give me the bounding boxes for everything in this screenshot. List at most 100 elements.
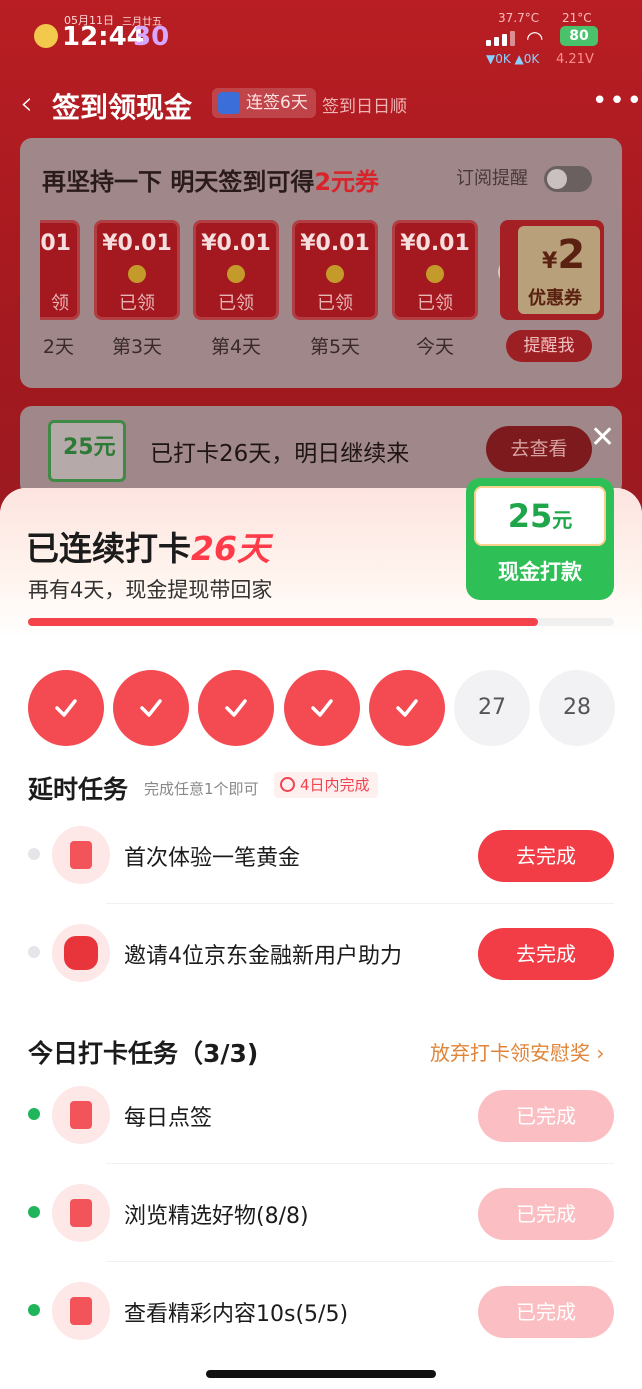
close-icon[interactable]: ✕ [590,420,615,455]
clock-icon [280,777,295,792]
task-row: 浏览精选好物(8/8) 已完成 [0,1164,642,1262]
task-name: 邀请4位京东金融新用户助力 [124,944,402,969]
battery-indicator: 80 [560,26,598,46]
day-amount: 01 [40,231,71,256]
day-label: 今天 [415,336,454,358]
signin-days: 01 领 2天 ¥0.01 已领 第3天 ¥0.01 已领 第4天 ¥0.01 [40,220,502,370]
cash-payout-label: 现金打款 [498,560,582,584]
sheet-title: 已连续打卡26天 [26,522,270,570]
nav-subtitle: 签到日日顺 [322,97,407,117]
day-amount: ¥0.01 [300,231,370,256]
network-speed: ▼0K ▲0K [486,52,540,66]
coupon-name: 优惠券 [528,288,582,309]
remind-me-button[interactable]: 提醒我 [506,330,592,362]
completed-button[interactable]: 已完成 [478,1188,614,1240]
streak-badge: 连签6天 [212,88,316,118]
sheet-title-days: 26天 [191,529,270,568]
day-status: 已领 [119,293,155,314]
day-status: 已领 [417,293,453,314]
coin-icon [426,265,444,283]
delayed-tasks-title: 延时任务 [28,775,129,804]
page-title: 签到领现金 [52,91,193,124]
day-amount: ¥0.01 [201,231,271,256]
task-bullet [28,946,40,958]
task-bullet [28,1108,40,1120]
battery-voltage: 4.21V [556,52,594,67]
check-icon [140,699,162,717]
status-bar: 05月11日 三月廿五 12:44 30 37.7°C 21°C ◠ 80 ▼0… [0,0,642,76]
cash-payout-card[interactable]: 25元 现金打款 [466,478,614,600]
checkin-day-28: 28 [539,670,615,746]
checkin-progress-bar [28,618,614,626]
streak-badge-label: 连签6天 [246,93,308,113]
nav-bar: ‹ 签到领现金 连签6天 签到日日顺 ••• [0,80,642,128]
signin-card: 再坚持一下 明天签到可得2元券 订阅提醒 01 领 2天 ¥0.01 已领 第3… [20,138,622,388]
give-up-link[interactable]: 放弃打卡领安慰奖 › [430,1037,604,1066]
red-envelope: ¥0.01 已领 [94,220,180,320]
day-status: 已领 [218,293,254,314]
check-icon [311,699,333,717]
shield-icon [218,92,240,114]
signin-day: ¥0.01 已领 第5天 [292,220,378,359]
go-complete-button[interactable]: 去完成 [478,830,614,882]
signin-day: ¥0.01 已领 第3天 [94,220,180,359]
deadline-badge: 4日内完成 [274,772,378,798]
more-icon[interactable]: ••• [592,86,642,116]
task-name: 查看精彩内容10s(5/5) [124,1302,349,1327]
signal-icon [486,30,518,46]
day-label: 第3天 [111,336,163,358]
task-name: 每日点签 [124,1106,213,1131]
status-weather-temperature: 21°C [562,11,592,25]
status-temperature: 37.7°C [498,11,540,25]
red-envelope: ¥0.01 已领 [292,220,378,320]
back-icon[interactable]: ‹ [20,84,33,122]
task-row: 首次体验一笔黄金 去完成 [0,806,642,904]
task-bullet [28,1304,40,1316]
completed-button[interactable]: 已完成 [478,1286,614,1338]
home-indicator[interactable] [206,1370,436,1378]
status-seconds: 30 [133,22,170,52]
money-bag-icon [52,924,110,982]
document-icon [52,1184,110,1242]
task-row: 邀请4位京东金融新用户助力 去完成 [0,904,642,1002]
day-label: 2天 [42,336,74,358]
checkin-day-row: 27 28 [28,670,618,746]
day-amount: ¥0.01 [400,231,470,256]
task-row: 每日点签 已完成 [0,1066,642,1164]
checkin-day-done [28,670,104,746]
day-label: 第5天 [309,336,361,358]
checkin-day-27: 27 [454,670,530,746]
subscribe-remind-label: 订阅提醒 [456,168,528,189]
day-label: 第4天 [210,336,262,358]
day-amount: ¥0.01 [102,231,172,256]
sheet-subtitle: 再有4天，现金提现带回家 [28,578,273,602]
coupon-reward: ¥2 优惠券 [500,220,604,320]
checkin-day-done [113,670,189,746]
cash-amount: 25元 [507,497,573,535]
delayed-tasks-hint: 完成任意1个即可 [144,780,259,798]
view-button[interactable]: 去查看 [486,426,592,472]
check-icon [225,699,247,717]
calendar-icon [52,1086,110,1144]
signin-title-prefix: 再坚持一下 明天签到可得 [42,168,315,196]
cash-voucher-icon: 25元 [48,420,126,482]
emoji-icon [34,24,58,48]
coin-icon [326,265,344,283]
signin-day: ¥0.01 已领 第4天 [193,220,279,359]
signin-day: 01 领 2天 [40,220,80,359]
subscribe-remind-toggle[interactable] [544,166,592,192]
daily-tasks-title: 今日打卡任务（3/3) [28,1039,259,1068]
coupon-value: ¥2 [542,232,586,278]
document-icon [52,1282,110,1340]
document-icon [52,826,110,884]
task-bullet [28,1206,40,1218]
signin-card-title: 再坚持一下 明天签到可得2元券 [42,162,379,197]
red-envelope: ¥0.01 已领 [392,220,478,320]
go-complete-button[interactable]: 去完成 [478,928,614,980]
sheet-title-prefix: 已连续打卡 [26,529,191,568]
check-icon [396,699,418,717]
completed-button[interactable]: 已完成 [478,1090,614,1142]
task-bullet [28,848,40,860]
task-name: 浏览精选好物(8/8) [124,1204,309,1229]
streak-text: 已打卡26天，明日继续来 [150,441,410,467]
